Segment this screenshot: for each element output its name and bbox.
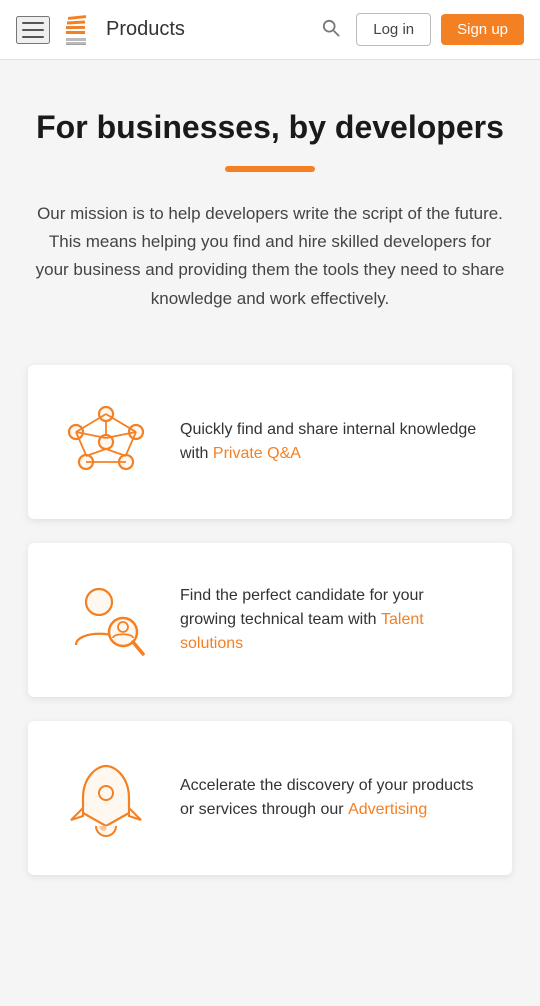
advertising-icon (56, 753, 156, 843)
talent-card: Find the perfect candidate for your grow… (28, 543, 512, 697)
hero-description: Our mission is to help developers write … (30, 200, 510, 312)
logo[interactable]: Products (62, 12, 185, 48)
cards-section: Quickly find and share internal knowledg… (0, 333, 540, 895)
rocket-icon (61, 758, 151, 838)
talent-icon (56, 575, 156, 665)
hero-section: For businesses, by developers Our missio… (0, 60, 540, 333)
advertising-description-before: Accelerate the discovery of your product… (180, 777, 473, 818)
search-icon (322, 19, 340, 37)
talent-text: Find the perfect candidate for your grow… (180, 584, 484, 656)
advertising-text: Accelerate the discovery of your product… (180, 774, 484, 822)
header-left: Products (16, 12, 316, 48)
main-header: Products Log in Sign up (0, 0, 540, 60)
private-qa-link[interactable]: Private Q&A (213, 445, 301, 462)
hero-title: For businesses, by developers (28, 108, 512, 146)
private-qa-icon (56, 397, 156, 487)
header-right: Log in Sign up (316, 13, 524, 46)
signup-button[interactable]: Sign up (441, 14, 524, 45)
hero-divider (225, 166, 315, 172)
nav-title: Products (106, 18, 185, 41)
private-qa-text: Quickly find and share internal knowledg… (180, 418, 484, 466)
menu-button[interactable] (16, 16, 50, 44)
network-icon (61, 402, 151, 482)
advertising-link[interactable]: Advertising (348, 801, 427, 818)
search-button[interactable] (316, 13, 346, 46)
advertising-card: Accelerate the discovery of your product… (28, 721, 512, 875)
private-qa-card: Quickly find and share internal knowledg… (28, 365, 512, 519)
talent-search-icon (61, 580, 151, 660)
stackoverflow-logo-icon (62, 12, 98, 48)
login-button[interactable]: Log in (356, 13, 431, 46)
